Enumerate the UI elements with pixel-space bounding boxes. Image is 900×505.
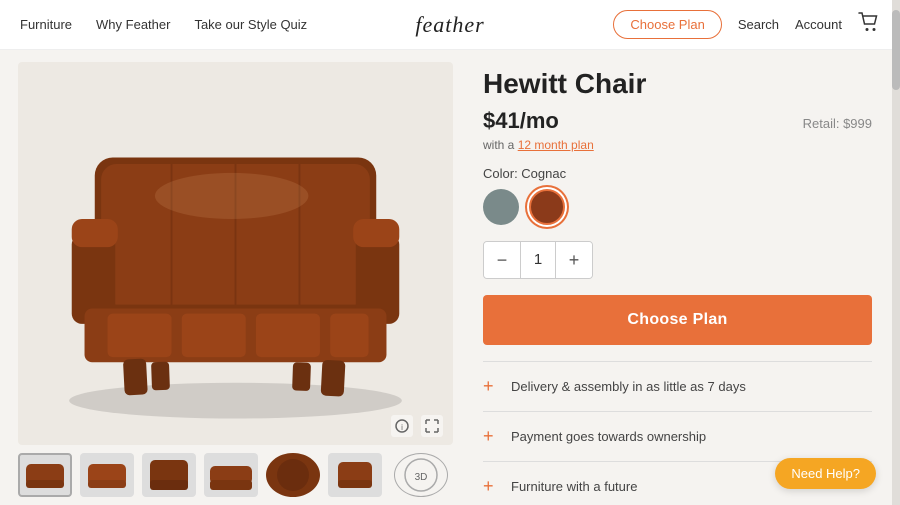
accordion-delivery[interactable]: + Delivery & assembly in as little as 7 … — [483, 362, 872, 412]
nav-link-furniture[interactable]: Furniture — [20, 17, 72, 32]
accordion-payment[interactable]: + Payment goes towards ownership — [483, 412, 872, 462]
color-swatches — [483, 189, 872, 225]
nav-link-style-quiz[interactable]: Take our Style Quiz — [194, 17, 307, 32]
chair-image — [18, 62, 453, 445]
plan-link[interactable]: 12 month plan — [518, 138, 594, 152]
thumbnail-3[interactable] — [142, 453, 196, 497]
product-price: $41/mo — [483, 108, 559, 134]
image-controls: i — [391, 415, 443, 437]
quantity-row: − 1 + — [483, 241, 872, 279]
thumbnail-5[interactable] — [266, 453, 320, 497]
product-section: Hewitt Chair $41/mo Retail: $999 with a … — [465, 50, 900, 505]
nav-link-search[interactable]: Search — [738, 17, 779, 32]
thumbnail-6[interactable] — [328, 453, 382, 497]
retail-price: Retail: $999 — [803, 116, 872, 131]
image-section: i — [0, 50, 465, 505]
plan-note: with a 12 month plan — [483, 138, 872, 152]
accordion-plus-icon-delivery: + — [483, 376, 499, 397]
expand-icon-button[interactable] — [421, 415, 443, 437]
cart-icon[interactable] — [858, 12, 880, 37]
quantity-decrease-button[interactable]: − — [484, 242, 520, 278]
thumbnail-row: 3D — [18, 453, 453, 497]
brand-logo: feather — [415, 12, 484, 38]
product-title: Hewitt Chair — [483, 68, 872, 100]
svg-text:3D: 3D — [415, 472, 428, 483]
thumbnail-1[interactable] — [18, 453, 72, 497]
nav-choose-plan-button[interactable]: Choose Plan — [613, 10, 721, 39]
nav-link-account[interactable]: Account — [795, 17, 842, 32]
thumbnail-4[interactable] — [204, 453, 258, 497]
nav-left: Furniture Why Feather Take our Style Qui… — [20, 17, 450, 32]
accordion-plus-icon-payment: + — [483, 426, 499, 447]
accordion-label-payment: Payment goes towards ownership — [511, 429, 706, 444]
accordion-label-future: Furniture with a future — [511, 479, 637, 494]
swatch-cognac[interactable] — [529, 189, 565, 225]
nav-link-why-feather[interactable]: Why Feather — [96, 17, 170, 32]
swatch-gray[interactable] — [483, 189, 519, 225]
need-help-button[interactable]: Need Help? — [775, 458, 876, 489]
color-label: Color: Cognac — [483, 166, 872, 181]
navbar: Furniture Why Feather Take our Style Qui… — [0, 0, 900, 50]
main-image-container: i — [18, 62, 453, 445]
info-icon-button[interactable]: i — [391, 415, 413, 437]
page-scrollbar[interactable] — [892, 0, 900, 505]
scrollbar-thumb[interactable] — [892, 10, 900, 90]
price-row: $41/mo Retail: $999 — [483, 108, 872, 134]
quantity-control: − 1 + — [483, 241, 593, 279]
main-content: i — [0, 50, 900, 505]
thumbnail-2[interactable] — [80, 453, 134, 497]
svg-text:i: i — [401, 423, 403, 432]
accordion-label-delivery: Delivery & assembly in as little as 7 da… — [511, 379, 746, 394]
nav-right: Choose Plan Search Account — [450, 10, 880, 39]
quantity-value: 1 — [520, 242, 556, 278]
choose-plan-main-button[interactable]: Choose Plan — [483, 295, 872, 345]
accordion-plus-icon-future: + — [483, 476, 499, 497]
quantity-increase-button[interactable]: + — [556, 242, 592, 278]
view-3d-button[interactable]: 3D — [394, 453, 448, 497]
